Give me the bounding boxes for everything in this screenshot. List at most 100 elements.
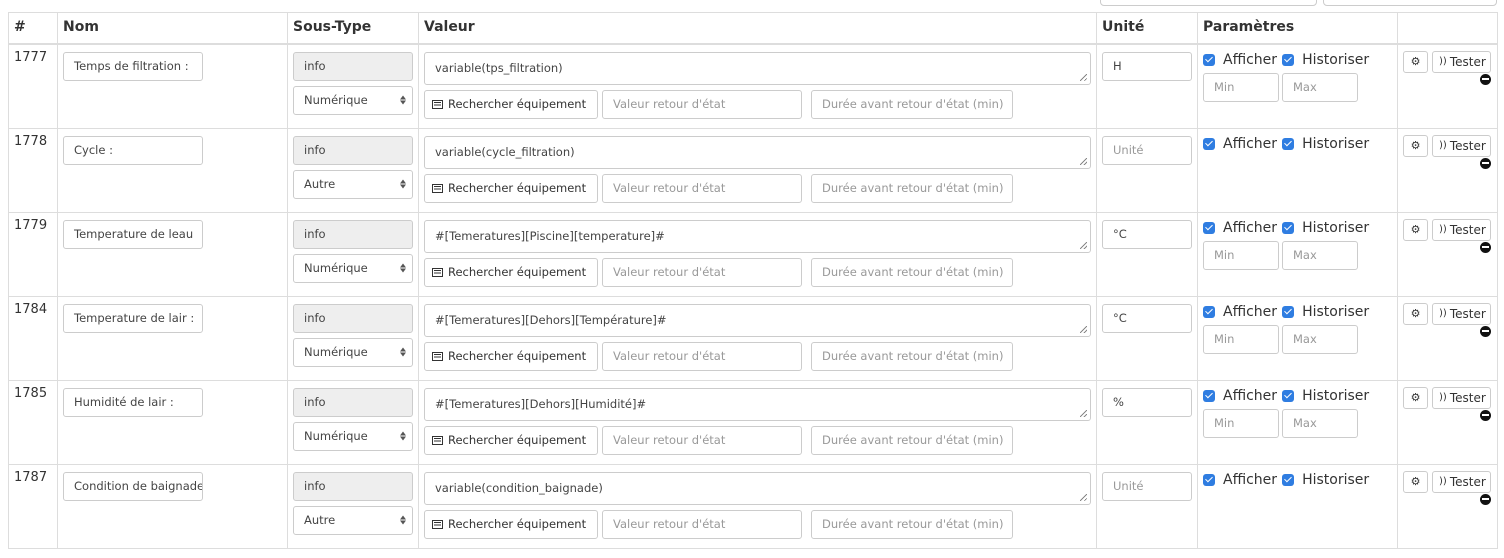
return-value-input[interactable]: Valeur retour d'état [602,509,802,539]
max-input[interactable]: Max [1282,324,1358,354]
value-textarea[interactable]: variable(cycle_filtration) [424,135,1091,169]
return-duration-input[interactable]: Durée avant retour d'état (min) [811,173,1013,203]
subtype-select[interactable]: Numérique [293,253,413,283]
historize-checkbox[interactable] [1282,221,1295,234]
test-label: Tester [1449,306,1486,321]
unit-input[interactable]: °C [1102,303,1192,333]
test-button[interactable]: )) Tester [1432,218,1491,241]
command-name-input[interactable]: Humidité de lair : [63,387,203,417]
unit-input[interactable]: Unité [1102,471,1192,501]
command-name-input[interactable]: Cycle : [63,135,203,165]
configure-button[interactable]: ⚙ [1403,134,1428,157]
list-icon [432,519,443,529]
test-button[interactable]: )) Tester [1432,470,1491,493]
max-input[interactable]: Max [1282,408,1358,438]
historize-checkbox[interactable] [1282,305,1295,318]
search-equipment-button[interactable]: Rechercher équipement [424,425,598,455]
command-name-input[interactable]: Temperature de lair : [63,303,203,333]
search-equipment-button[interactable]: Rechercher équipement [424,257,598,287]
value-textarea[interactable]: variable(condition_baignade) [424,471,1091,505]
historize-checkbox[interactable] [1282,53,1295,66]
max-input[interactable]: Max [1282,72,1358,102]
return-value-input[interactable]: Valeur retour d'état [602,257,802,287]
test-label: Tester [1449,222,1486,237]
remove-command-icon[interactable] [1480,157,1491,169]
show-checkbox[interactable] [1203,221,1215,234]
return-duration-input[interactable]: Durée avant retour d'état (min) [811,509,1013,539]
min-input[interactable]: Min [1203,408,1279,438]
min-input[interactable]: Min [1203,324,1279,354]
search-equipment-button[interactable]: Rechercher équipement [424,173,598,203]
value-textarea[interactable]: #[Temeratures][Dehors][Humidité]# [424,387,1091,421]
return-value-input[interactable]: Valeur retour d'état [602,425,802,455]
unit-input[interactable]: % [1102,387,1192,417]
configure-button[interactable]: ⚙ [1403,50,1428,73]
remove-command-icon[interactable] [1480,493,1491,505]
show-checkbox[interactable] [1203,137,1215,150]
show-checkbox[interactable] [1203,389,1215,402]
resize-grip-icon[interactable] [1080,493,1087,501]
return-duration-input[interactable]: Durée avant retour d'état (min) [811,89,1013,119]
unit-input[interactable]: H [1102,51,1192,81]
return-duration-input[interactable]: Durée avant retour d'état (min) [811,341,1013,371]
min-input[interactable]: Min [1203,72,1279,102]
value-textarea[interactable]: variable(tps_filtration) [424,51,1091,85]
command-name-input[interactable]: Condition de baignade [63,471,203,501]
subtype-select[interactable]: Autre [293,169,413,199]
remove-command-icon[interactable] [1480,409,1491,421]
remove-command-icon[interactable] [1480,73,1491,85]
show-checkbox[interactable] [1203,53,1215,66]
subtype-selected-value: Autre [304,513,336,527]
max-input[interactable]: Max [1282,240,1358,270]
rss-icon: )) [1439,308,1447,319]
command-name-input[interactable]: Temperature de leau [63,219,203,249]
remove-command-icon[interactable] [1480,241,1491,253]
min-input[interactable]: Min [1203,240,1279,270]
header-subtype: Sous-Type [287,12,419,45]
return-value-input[interactable]: Valeur retour d'état [602,89,802,119]
configure-button[interactable]: ⚙ [1403,386,1428,409]
value-text: #[Temeratures][Dehors][Humidité]# [435,397,647,411]
top-filter-input-1[interactable] [1100,0,1317,6]
gears-icon: ⚙ [1410,139,1421,152]
unit-input[interactable]: °C [1102,219,1192,249]
search-equipment-button[interactable]: Rechercher équipement [424,341,598,371]
subtype-select[interactable]: Numérique [293,421,413,451]
return-duration-input[interactable]: Durée avant retour d'état (min) [811,425,1013,455]
value-textarea[interactable]: #[Temeratures][Dehors][Température]# [424,303,1091,337]
search-equipment-button[interactable]: Rechercher équipement [424,89,598,119]
select-arrows-icon [400,431,406,441]
subtype-selected-value: Numérique [304,261,368,275]
resize-grip-icon[interactable] [1080,409,1087,417]
resize-grip-icon[interactable] [1080,325,1087,333]
historize-checkbox[interactable] [1282,473,1295,486]
subtype-select[interactable]: Autre [293,505,413,535]
subtype-select[interactable]: Numérique [293,85,413,115]
search-equipment-button[interactable]: Rechercher équipement [424,509,598,539]
historize-checkbox[interactable] [1282,389,1295,402]
top-filter-input-2[interactable] [1323,0,1497,6]
show-checkbox[interactable] [1203,305,1215,318]
command-name-input[interactable]: Temps de filtration : [63,51,203,81]
return-value-input[interactable]: Valeur retour d'état [602,173,802,203]
test-button[interactable]: )) Tester [1432,134,1491,157]
unit-input[interactable]: Unité [1102,135,1192,165]
resize-grip-icon[interactable] [1080,241,1087,249]
header-unit: Unité [1096,12,1198,45]
test-button[interactable]: )) Tester [1432,386,1491,409]
remove-command-icon[interactable] [1480,325,1491,337]
value-textarea[interactable]: #[Temeratures][Piscine][temperature]# [424,219,1091,253]
configure-button[interactable]: ⚙ [1403,470,1428,493]
configure-button[interactable]: ⚙ [1403,302,1428,325]
configure-button[interactable]: ⚙ [1403,218,1428,241]
return-value-input[interactable]: Valeur retour d'état [602,341,802,371]
resize-grip-icon[interactable] [1080,73,1087,81]
test-button[interactable]: )) Tester [1432,50,1491,73]
resize-grip-icon[interactable] [1080,157,1087,165]
show-checkbox[interactable] [1203,473,1215,486]
historize-checkbox[interactable] [1282,137,1295,150]
test-button[interactable]: )) Tester [1432,302,1491,325]
return-duration-input[interactable]: Durée avant retour d'état (min) [811,257,1013,287]
list-icon [432,267,443,277]
subtype-select[interactable]: Numérique [293,337,413,367]
